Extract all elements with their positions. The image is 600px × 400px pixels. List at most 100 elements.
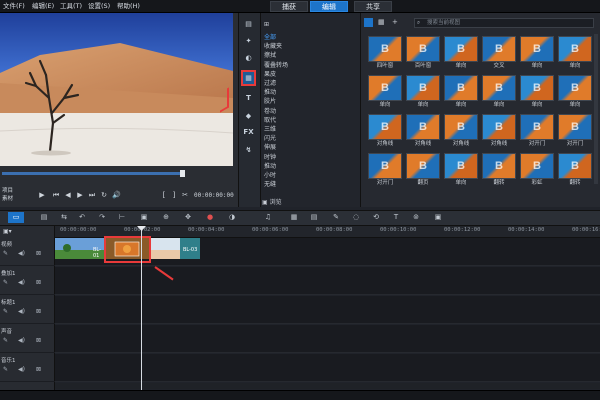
- transition-thumb[interactable]: B: [482, 114, 516, 140]
- mute-icon[interactable]: ◀): [18, 250, 25, 257]
- track-lane[interactable]: [55, 267, 600, 295]
- timecode-display[interactable]: 00:00:00:00: [194, 192, 234, 199]
- transition-thumb[interactable]: B: [482, 153, 516, 179]
- edit-icon[interactable]: ✎: [3, 337, 8, 344]
- library-menu-icon[interactable]: [364, 18, 373, 27]
- volume-icon[interactable]: 🔊: [112, 191, 121, 199]
- lens-tool-icon[interactable]: ⊚: [410, 212, 422, 223]
- text-tool-icon[interactable]: T: [390, 212, 402, 223]
- add-folder-icon[interactable]: ⊞: [264, 21, 284, 29]
- track-header[interactable]: 视频 ✎ ◀) ⊠: [0, 238, 55, 266]
- transition-thumb[interactable]: B: [558, 75, 592, 101]
- edit-icon[interactable]: ✎: [3, 366, 8, 373]
- mode-clip[interactable]: 素材: [2, 194, 13, 202]
- visibility-icon[interactable]: ⊠: [36, 250, 41, 257]
- category-item[interactable]: 闪光: [264, 135, 276, 143]
- track-lane[interactable]: [55, 296, 600, 324]
- chapter-icon[interactable]: ▤: [308, 212, 320, 223]
- visibility-icon[interactable]: ⊠: [36, 337, 41, 344]
- move-icon[interactable]: ✥: [182, 212, 194, 223]
- category-item[interactable]: 过滤: [264, 80, 276, 88]
- mask-tool-icon[interactable]: ▣: [432, 212, 444, 223]
- browse-button[interactable]: ▣ 浏览: [262, 197, 282, 206]
- transition-thumb[interactable]: B: [558, 153, 592, 179]
- mute-icon[interactable]: ◀): [18, 279, 25, 286]
- scrub-bar[interactable]: [2, 172, 180, 175]
- next-frame-button[interactable]: ▶: [76, 191, 84, 199]
- transition-thumb[interactable]: B: [406, 114, 440, 140]
- transition-thumb[interactable]: B: [520, 153, 554, 179]
- home-button[interactable]: ⏮: [52, 191, 60, 199]
- video-clip-1[interactable]: BL-01: [55, 238, 105, 259]
- mute-icon[interactable]: ◀): [18, 337, 25, 344]
- graphic-icon[interactable]: ◆: [241, 110, 256, 123]
- repeat-tool-icon[interactable]: ⟲: [370, 212, 382, 223]
- fit-icon[interactable]: ⊢: [116, 212, 128, 223]
- track-lane[interactable]: [55, 325, 600, 353]
- track-header[interactable]: 声音 ✎ ◀) ⊠: [0, 325, 55, 353]
- instant-project-icon[interactable]: ✦: [241, 35, 256, 48]
- transition-thumb[interactable]: B: [368, 114, 402, 140]
- category-item[interactable]: 推动: [264, 89, 276, 97]
- subtitle-icon[interactable]: ▦: [288, 212, 300, 223]
- transition-thumb[interactable]: B: [558, 114, 592, 140]
- grid-view-icon[interactable]: ▦: [378, 18, 385, 26]
- transition-thumb[interactable]: B: [520, 75, 554, 101]
- audio-tool-icon[interactable]: ♫: [262, 212, 274, 223]
- zoom-icon[interactable]: ⊕: [160, 212, 172, 223]
- transition-thumb[interactable]: B: [406, 153, 440, 179]
- menu-settings[interactable]: 设置(S): [88, 1, 110, 12]
- transition-thumb[interactable]: B: [444, 36, 478, 62]
- category-item[interactable]: 全部: [264, 34, 276, 42]
- transition-thumb[interactable]: B: [368, 153, 402, 179]
- path-icon[interactable]: ↯: [241, 144, 256, 157]
- visibility-icon[interactable]: ⊠: [36, 366, 41, 373]
- track-header[interactable]: 标题1 ✎ ◀) ⊠: [0, 296, 55, 324]
- visibility-icon[interactable]: ⊠: [36, 279, 41, 286]
- edit-icon[interactable]: ✎: [3, 279, 8, 286]
- edit-icon[interactable]: ✎: [3, 250, 8, 257]
- playhead[interactable]: [141, 226, 142, 390]
- transition-icon[interactable]: ▦: [241, 70, 256, 86]
- transition-thumb[interactable]: B: [444, 75, 478, 101]
- category-item[interactable]: 擦拭: [264, 52, 276, 60]
- filter-fx-icon[interactable]: FX: [241, 126, 256, 139]
- crop-icon[interactable]: ▣: [138, 212, 150, 223]
- title-icon[interactable]: T: [241, 92, 256, 105]
- tab-capture[interactable]: 捕获: [270, 1, 308, 12]
- category-item[interactable]: 推动: [264, 163, 276, 171]
- redo-icon[interactable]: ↷: [96, 212, 108, 223]
- library-scrollbar[interactable]: [594, 34, 598, 184]
- category-item[interactable]: 无缝: [264, 181, 276, 189]
- add-icon[interactable]: +: [392, 18, 398, 26]
- timeline-scrollbar[interactable]: [55, 383, 600, 389]
- track-options-icon[interactable]: ▣▾: [3, 228, 12, 235]
- motion-icon[interactable]: ✎: [330, 212, 342, 223]
- category-item[interactable]: 小时: [264, 172, 276, 180]
- repeat-icon[interactable]: ↻: [100, 191, 108, 199]
- loop-icon[interactable]: ◌: [350, 212, 362, 223]
- transition-thumb[interactable]: B: [444, 153, 478, 179]
- menu-file[interactable]: 文件(F): [3, 1, 25, 12]
- transition-thumb[interactable]: B: [406, 36, 440, 62]
- category-item[interactable]: 覆叠转场: [264, 62, 288, 70]
- mark-in-icon[interactable]: [: [160, 191, 168, 199]
- track-lane[interactable]: [55, 354, 600, 382]
- play-button[interactable]: ▶: [38, 191, 46, 199]
- track-header[interactable]: 叠加1 ✎ ◀) ⊠: [0, 267, 55, 295]
- transition-thumb[interactable]: B: [520, 114, 554, 140]
- edit-icon[interactable]: ✎: [3, 308, 8, 315]
- video-clip-2[interactable]: BL-03: [150, 238, 200, 259]
- storyboard-icon[interactable]: ▤: [38, 212, 50, 223]
- mode-project[interactable]: 项目: [2, 186, 13, 194]
- end-button[interactable]: ⏭: [88, 191, 96, 199]
- menu-tools[interactable]: 工具(T): [60, 1, 82, 12]
- undo-icon[interactable]: ↶: [76, 212, 88, 223]
- category-item[interactable]: 胶片: [264, 98, 276, 106]
- category-item[interactable]: 伸展: [264, 144, 276, 152]
- transition-thumb[interactable]: B: [482, 75, 516, 101]
- scrub-handle[interactable]: [180, 170, 185, 177]
- category-item[interactable]: 果皮: [264, 71, 276, 79]
- category-item[interactable]: 时钟: [264, 154, 276, 162]
- mark-out-icon[interactable]: ]: [170, 191, 178, 199]
